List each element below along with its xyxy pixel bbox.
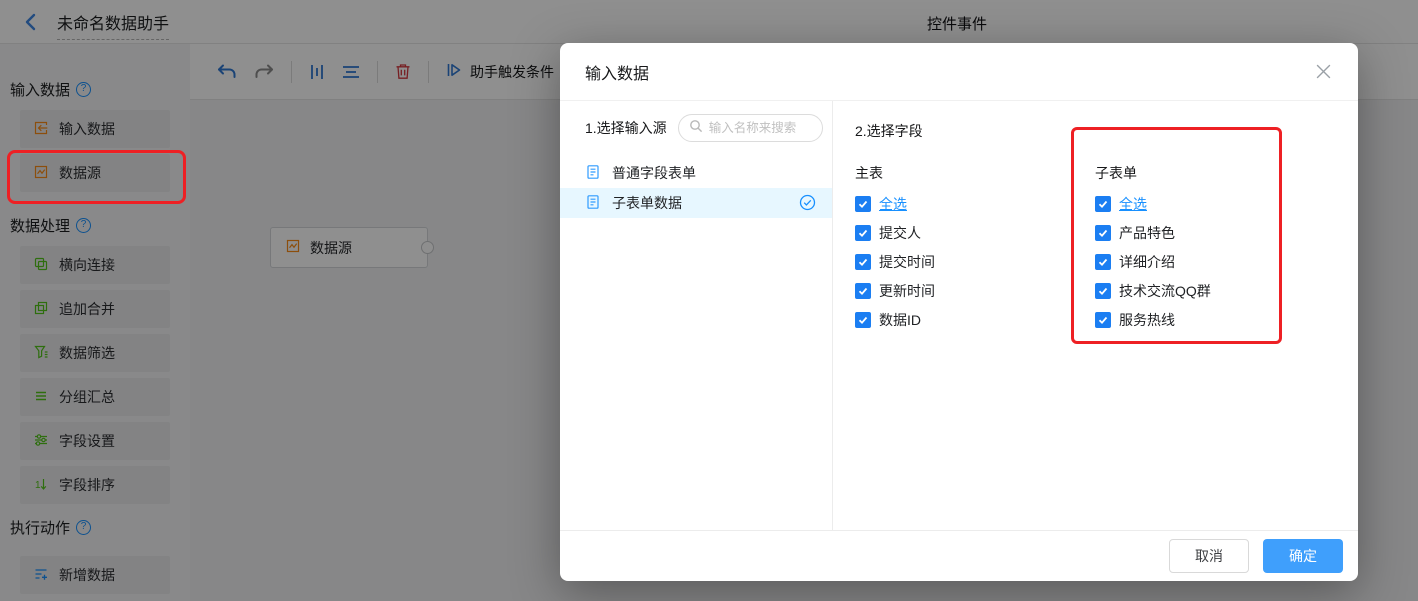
field-row: 技术交流QQ群 xyxy=(1095,283,1335,299)
modal-header: 输入数据 xyxy=(560,43,1358,101)
checkbox-checked[interactable] xyxy=(855,196,871,212)
field-row: 详细介绍 xyxy=(1095,254,1335,270)
app-root: 未命名数据助手 控件事件 输入数据 ? 输入数据 数据源 数据处理 ? 横向连接… xyxy=(0,0,1418,601)
modal-title: 输入数据 xyxy=(585,65,650,83)
field-row: 更新时间 xyxy=(855,283,1095,299)
checkbox-checked[interactable] xyxy=(1095,312,1111,328)
confirm-button[interactable]: 确定 xyxy=(1263,539,1343,573)
input-data-modal: 输入数据 1.选择输入源 输入名称来搜索 普通字段表单 子表单数据 2.选择字段… xyxy=(560,43,1358,581)
field-row: 服务热线 xyxy=(1095,312,1335,328)
source-panel: 1.选择输入源 普通字段表单 xyxy=(560,101,833,530)
checkbox-checked[interactable] xyxy=(855,225,871,241)
source-item-subform-data[interactable]: 子表单数据 xyxy=(560,188,832,218)
fields-panel: 2.选择字段 主表 全选 提交人 提交时间 更新时间 数据ID 子表单 全选 产… xyxy=(833,101,1358,530)
selected-check-icon xyxy=(799,194,816,214)
field-row-select-all: 全选 xyxy=(855,196,1095,212)
field-row: 数据ID xyxy=(855,312,1095,328)
close-icon[interactable] xyxy=(1315,63,1332,80)
field-row: 提交人 xyxy=(855,225,1095,241)
modal-body: 1.选择输入源 普通字段表单 xyxy=(560,101,1358,530)
step1-label: 1.选择输入源 xyxy=(585,120,667,136)
step2-label: 2.选择字段 xyxy=(855,123,923,139)
field-row: 产品特色 xyxy=(1095,225,1335,241)
checkbox-checked[interactable] xyxy=(1095,254,1111,270)
cancel-button[interactable]: 取消 xyxy=(1169,539,1249,573)
form-document-icon xyxy=(585,194,601,213)
checkbox-checked[interactable] xyxy=(855,312,871,328)
checkbox-checked[interactable] xyxy=(855,283,871,299)
field-group-subform: 子表单 全选 产品特色 详细介绍 技术交流QQ群 服务热线 xyxy=(1095,163,1335,341)
source-item-normal-form[interactable]: 普通字段表单 xyxy=(560,158,832,188)
search-input[interactable] xyxy=(708,121,814,135)
modal-footer: 取消 确定 xyxy=(560,530,1358,581)
checkbox-checked[interactable] xyxy=(855,254,871,270)
search-icon xyxy=(689,119,703,138)
field-row-select-all: 全选 xyxy=(1095,196,1335,212)
source-list: 普通字段表单 子表单数据 xyxy=(560,158,832,218)
checkbox-checked[interactable] xyxy=(1095,283,1111,299)
checkbox-checked[interactable] xyxy=(1095,196,1111,212)
checkbox-checked[interactable] xyxy=(1095,225,1111,241)
search-box xyxy=(677,114,823,142)
form-document-icon xyxy=(585,164,601,183)
field-group-main-table: 主表 全选 提交人 提交时间 更新时间 数据ID xyxy=(855,163,1095,341)
field-row: 提交时间 xyxy=(855,254,1095,270)
